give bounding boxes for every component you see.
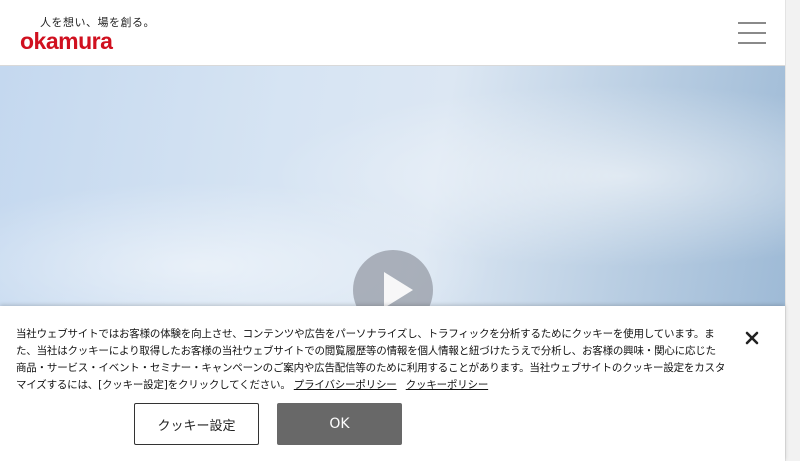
cookie-policy-link[interactable]: クッキーポリシー [406, 379, 489, 391]
menu-bar [738, 22, 766, 24]
play-icon[interactable] [353, 250, 433, 306]
site-header: 人を想い、場を創る。 okamura [0, 0, 785, 66]
hamburger-menu-icon[interactable] [738, 22, 766, 44]
menu-bar [738, 32, 766, 34]
okamura-logo[interactable]: okamura [20, 29, 113, 53]
menu-bar [738, 42, 766, 44]
close-icon[interactable] [743, 329, 761, 347]
hero-video[interactable] [0, 66, 785, 306]
accept-cookies-button[interactable]: OK [277, 403, 402, 445]
cookie-notice-text: 当社ウェブサイトではお客様の体験を向上させ、コンテンツや広告をパーソナライズし、… [16, 326, 726, 394]
page-scrollbar[interactable] [785, 0, 800, 461]
privacy-policy-link[interactable]: プライバシーポリシー [294, 379, 397, 391]
cookie-settings-button[interactable]: クッキー設定 [134, 403, 259, 445]
cookie-consent-banner: 当社ウェブサイトではお客様の体験を向上させ、コンテンツや広告をパーソナライズし、… [0, 306, 785, 461]
